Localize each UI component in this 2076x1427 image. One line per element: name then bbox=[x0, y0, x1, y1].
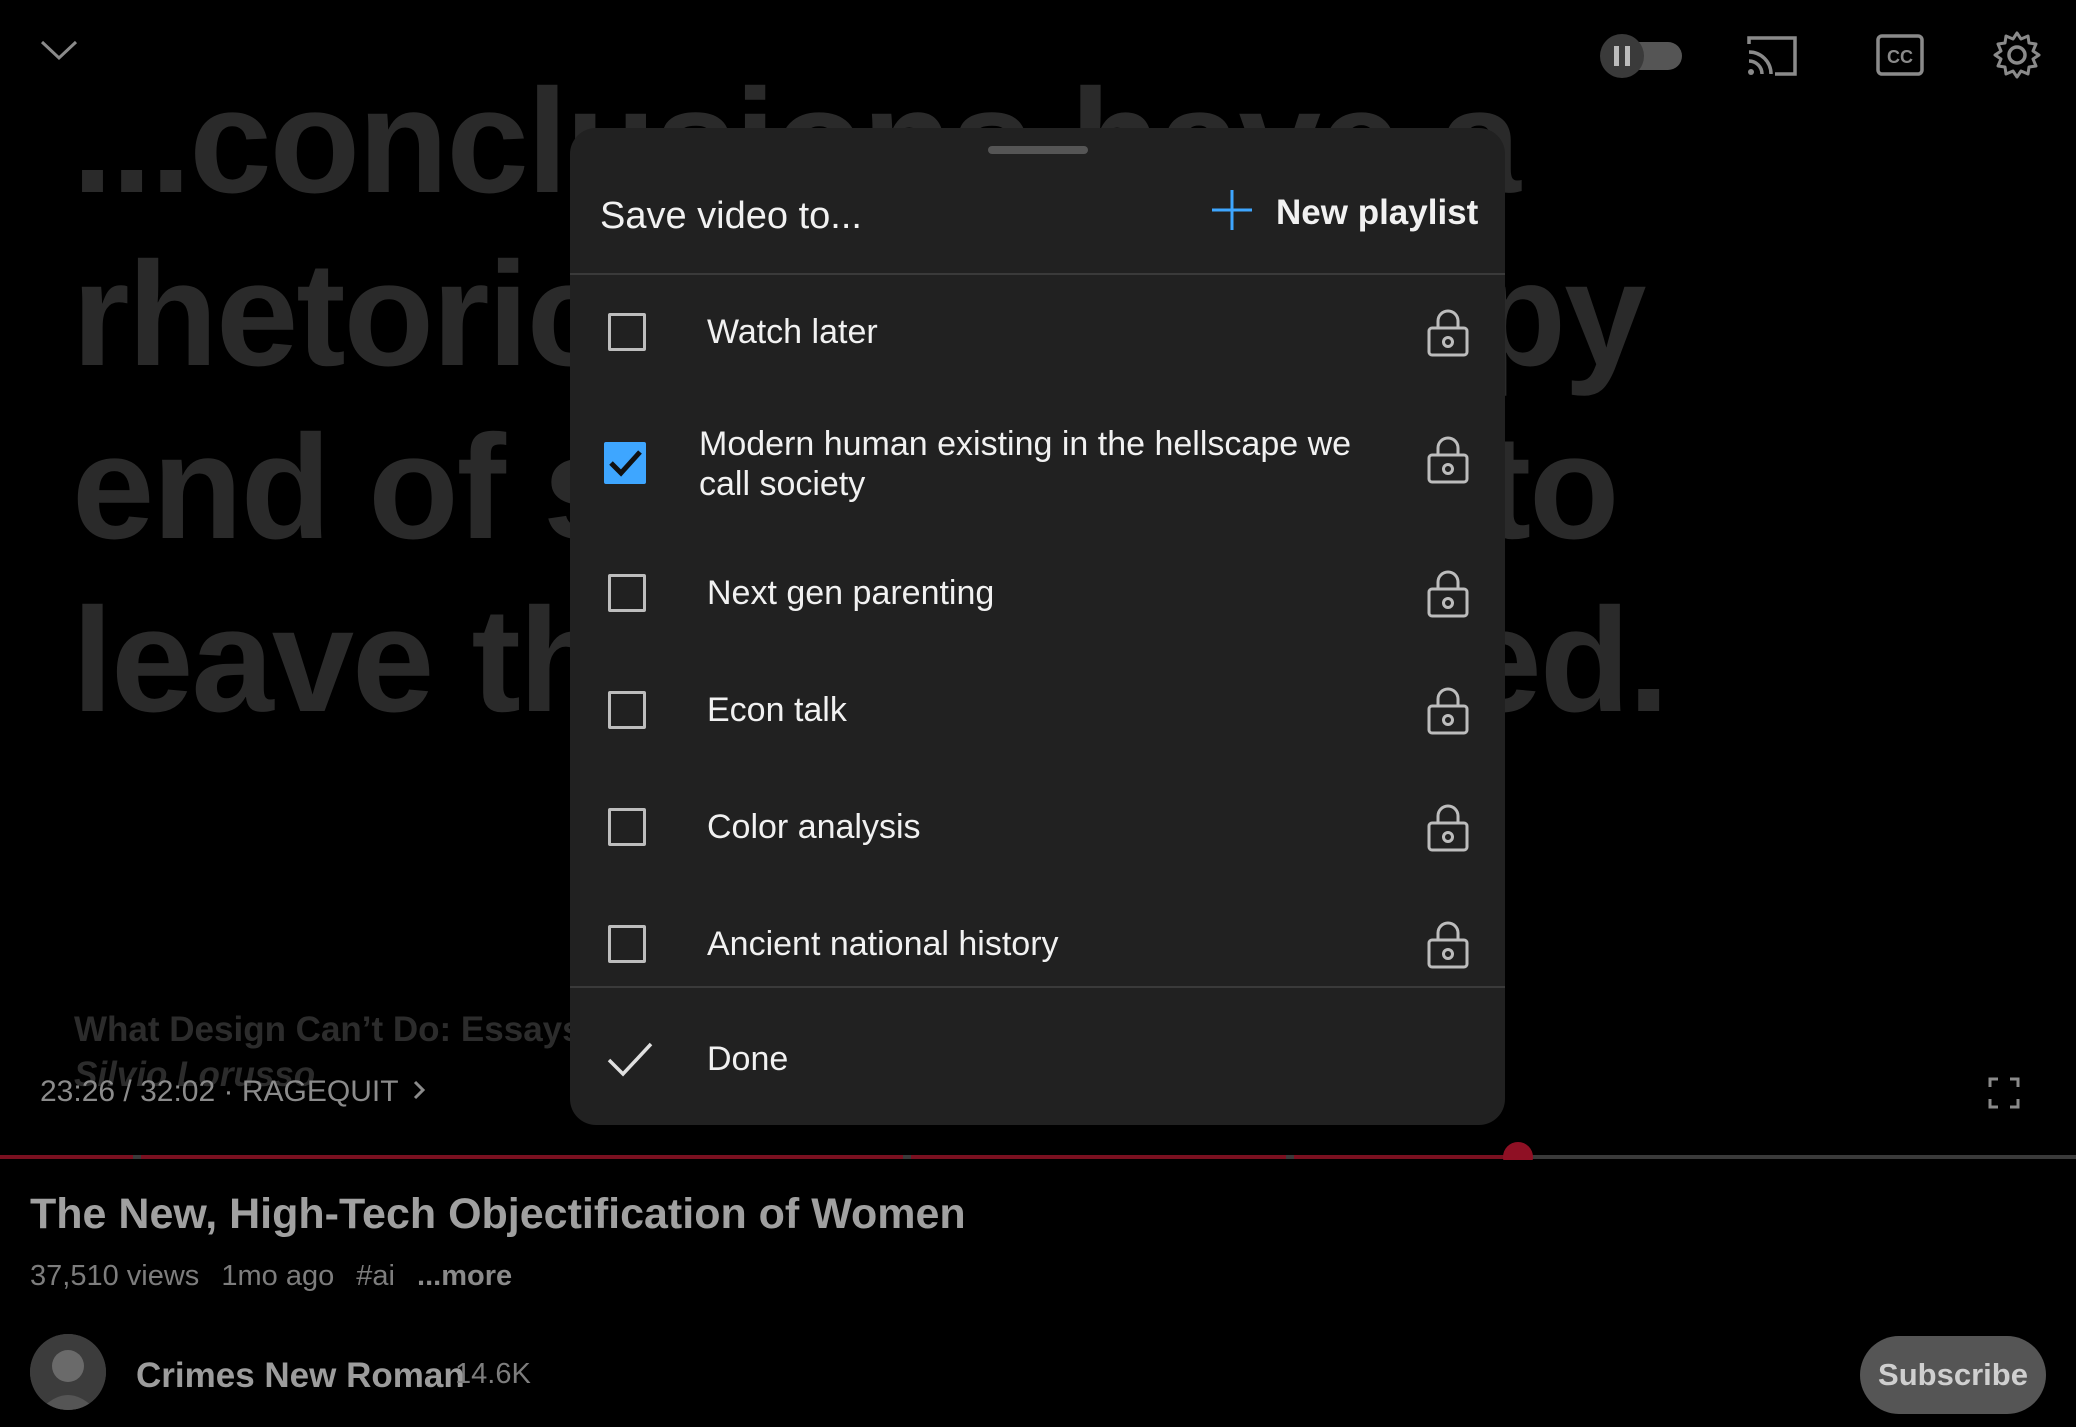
chapter-segment bbox=[911, 1155, 1286, 1159]
video-meta[interactable]: 37,510 views 1mo ago #ai ...more bbox=[30, 1260, 526, 1293]
playlist-name: Econ talk bbox=[707, 691, 847, 729]
svg-text:CC: CC bbox=[1887, 47, 1913, 67]
playlist-row-econ-talk[interactable]: Econ talk bbox=[570, 646, 1505, 763]
playlist-row-modern-human[interactable]: Modern human existing in the hellscape w… bbox=[570, 387, 1505, 529]
chevron-down-icon[interactable] bbox=[38, 36, 80, 69]
settings-gear-icon[interactable] bbox=[1992, 30, 2042, 85]
new-playlist-label: New playlist bbox=[1276, 192, 1479, 232]
channel-name[interactable]: Crimes New Roman bbox=[136, 1356, 465, 1396]
time-chapter[interactable]: 23:26 / 32:02 · RAGEQUIT bbox=[40, 1075, 426, 1109]
checkbox-unchecked[interactable] bbox=[608, 808, 646, 846]
lock-icon bbox=[1426, 435, 1470, 490]
subscribe-button[interactable]: Subscribe bbox=[1860, 1336, 2046, 1414]
upload-age: 1mo ago bbox=[221, 1260, 335, 1292]
lock-icon bbox=[1426, 308, 1470, 363]
progress-bar[interactable] bbox=[0, 1142, 2076, 1160]
checkbox-unchecked[interactable] bbox=[608, 574, 646, 612]
done-label: Done bbox=[707, 1040, 789, 1078]
channel-avatar[interactable] bbox=[30, 1334, 106, 1410]
chapter-segment bbox=[1294, 1155, 1518, 1159]
chevron-right-icon bbox=[412, 1075, 426, 1109]
checkbox-checked[interactable] bbox=[604, 442, 646, 484]
view-count: 37,510 views bbox=[30, 1260, 200, 1292]
done-button[interactable]: Done bbox=[570, 1000, 1505, 1125]
divider bbox=[570, 986, 1505, 988]
playlist-row-next-gen-parenting[interactable]: Next gen parenting bbox=[570, 529, 1505, 646]
chapter-name: RAGEQUIT bbox=[241, 1075, 398, 1108]
autoplay-toggle-icon[interactable] bbox=[1596, 34, 1686, 83]
slide-book-title: What Design Can’t Do: Essays on bbox=[74, 1010, 635, 1049]
playlist-name: Watch later bbox=[707, 313, 878, 351]
playlist-row-color-analysis[interactable]: Color analysis bbox=[570, 763, 1505, 880]
chapter-separator: · bbox=[223, 1075, 234, 1108]
video-title[interactable]: The New, High-Tech Objectification of Wo… bbox=[30, 1190, 966, 1239]
lock-icon bbox=[1426, 569, 1470, 624]
drag-handle[interactable] bbox=[988, 146, 1088, 154]
checkbox-unchecked[interactable] bbox=[608, 313, 646, 351]
checkbox-unchecked[interactable] bbox=[608, 925, 646, 963]
lock-icon bbox=[1426, 803, 1470, 858]
subscriber-count: 14.6K bbox=[455, 1358, 531, 1390]
fullscreen-icon[interactable] bbox=[1988, 1077, 2020, 1114]
hashtag-link[interactable]: #ai bbox=[356, 1260, 395, 1292]
playlist-name: Color analysis bbox=[707, 808, 921, 846]
checkbox-unchecked[interactable] bbox=[608, 691, 646, 729]
more-link[interactable]: ...more bbox=[417, 1260, 512, 1292]
sheet-title: Save video to... bbox=[600, 195, 862, 237]
captions-icon[interactable]: CC bbox=[1876, 34, 1924, 81]
playlist-name: Next gen parenting bbox=[707, 574, 995, 612]
new-playlist-button[interactable]: New playlist bbox=[1210, 188, 1478, 237]
lock-icon bbox=[1426, 920, 1470, 975]
chapter-segment bbox=[141, 1155, 903, 1159]
playlist-name: Modern human existing in the hellscape w… bbox=[699, 425, 1352, 503]
checkmark-icon bbox=[606, 1040, 654, 1085]
playlist-name: Ancient national history bbox=[707, 925, 1059, 963]
plus-icon bbox=[1210, 188, 1254, 237]
playlist-row-watch-later[interactable]: Watch later bbox=[570, 275, 1505, 387]
scrubber-handle[interactable] bbox=[1503, 1142, 1533, 1160]
cast-icon[interactable] bbox=[1745, 34, 1801, 83]
playlist-row-ancient-national-history[interactable]: Ancient national history bbox=[570, 880, 1505, 997]
time-readout: 23:26 / 32:02 bbox=[40, 1075, 216, 1108]
save-to-playlist-sheet: Save video to... New playlist Watch late… bbox=[570, 128, 1505, 1125]
chapter-segment bbox=[0, 1155, 133, 1159]
lock-icon bbox=[1426, 686, 1470, 741]
